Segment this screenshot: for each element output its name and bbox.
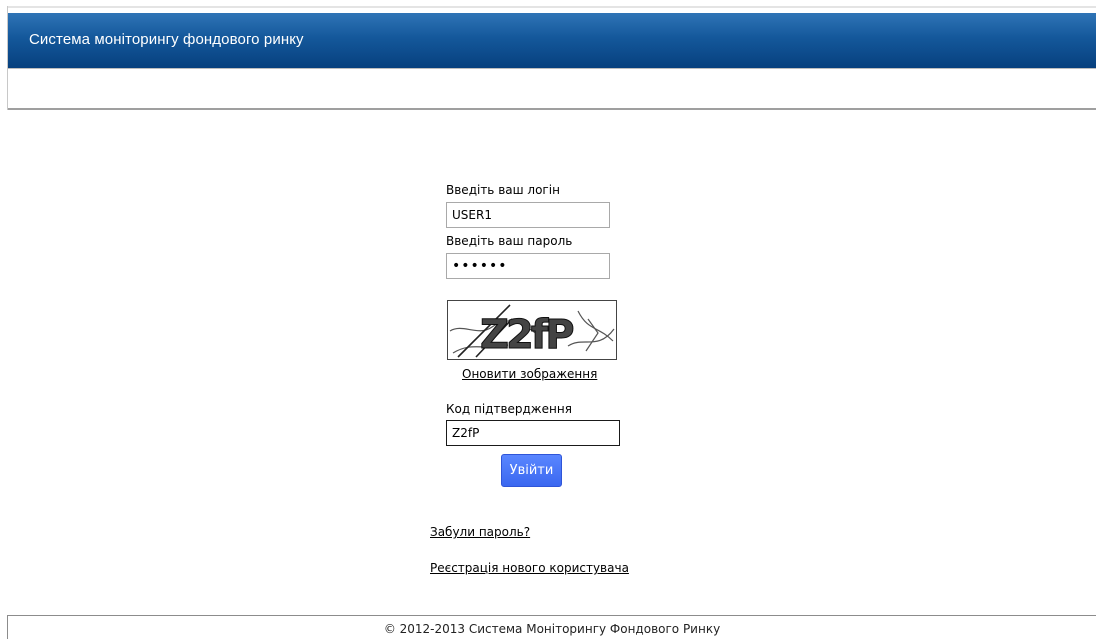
- captcha-text: Z2fP: [480, 312, 573, 358]
- login-input[interactable]: [446, 202, 610, 228]
- footer: © 2012-2013 Система Моніторингу Фондовог…: [7, 615, 1096, 639]
- register-link[interactable]: Реєстрація нового користувача: [430, 561, 629, 575]
- password-input[interactable]: [446, 253, 610, 279]
- password-label: Введіть ваш пароль: [446, 234, 573, 248]
- login-form: Введіть ваш логін Введіть ваш пароль Z2f…: [0, 0, 1096, 600]
- captcha-image: Z2fP: [447, 300, 617, 360]
- login-label: Введіть ваш логін: [446, 183, 560, 197]
- forgot-password-link[interactable]: Забули пароль?: [430, 525, 530, 539]
- code-label: Код підтвердження: [446, 402, 572, 416]
- login-button[interactable]: Увійти: [501, 454, 562, 487]
- footer-copyright: © 2012-2013 Система Моніторингу Фондовог…: [383, 622, 721, 636]
- page: Система моніторингу фондового ринку Введ…: [0, 0, 1096, 639]
- confirmation-code-input[interactable]: [446, 420, 620, 446]
- refresh-image-link[interactable]: Оновити зображення: [462, 367, 597, 381]
